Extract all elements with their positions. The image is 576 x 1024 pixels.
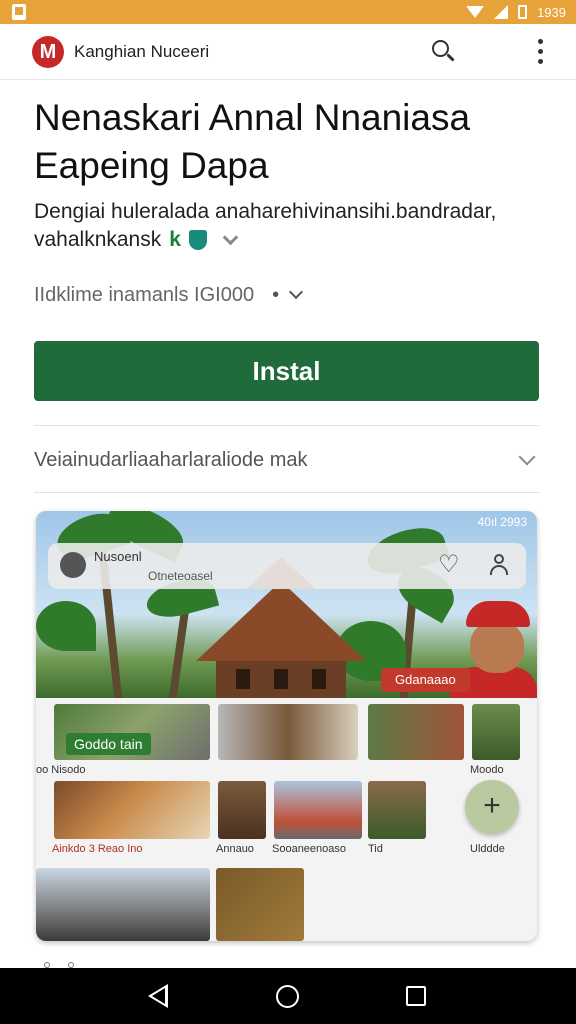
gallery-tile[interactable] — [36, 868, 210, 941]
install-button[interactable]: Instal — [34, 341, 539, 401]
gallery-label: Sooaneenoaso — [272, 843, 347, 855]
preview-search-subtitle: Otneteoasel — [148, 569, 213, 583]
house-roof — [196, 581, 366, 661]
palm-frond — [36, 601, 96, 651]
app-name: Kanghian Nuceeri — [74, 42, 210, 61]
house-window — [274, 669, 288, 689]
expand-details-row[interactable]: Veiainudarliaaharlaraliode mak — [34, 440, 539, 480]
gallery-tile[interactable] — [368, 704, 464, 760]
gallery-label: Annauo — [216, 843, 254, 855]
house-window — [236, 669, 250, 689]
shield-icon — [188, 230, 207, 250]
gallery-tile[interactable] — [274, 781, 362, 839]
subtitle-line-2: vahalknkansk k — [34, 226, 239, 254]
gallery-tile[interactable] — [216, 868, 304, 941]
system-nav-bar — [0, 968, 576, 1024]
status-time: 1939 — [537, 4, 566, 20]
chevron-down-icon — [518, 448, 536, 466]
user-icon[interactable] — [488, 554, 510, 576]
more-vert-icon-dot — [538, 59, 543, 64]
divider — [34, 492, 539, 493]
app-bar: M Kanghian Nuceeri — [0, 24, 576, 80]
gallery-tile[interactable] — [368, 781, 426, 839]
meta-separator: • — [272, 283, 280, 306]
screenshot-preview[interactable]: Gdanaaao 40ıl 2993 Nusoenl Otneteoasel ♡… — [36, 511, 537, 941]
add-fab-button[interactable]: + — [465, 780, 519, 834]
person-face — [470, 621, 524, 673]
next-section-peek — [44, 960, 84, 968]
app-title: Nenaskari Annal Nnaniasa Eapeing Dapa — [34, 97, 471, 186]
app-subtitle: Dengiai huleralada anaharehivinansihi.ba… — [34, 198, 554, 254]
signal-icon — [494, 5, 509, 19]
app-logo[interactable]: M — [32, 36, 64, 68]
user-icon-head — [494, 554, 504, 564]
back-icon[interactable] — [148, 984, 168, 1008]
gallery-label: Ainkdo 3 Reao Ino — [52, 843, 143, 855]
wifi-icon — [466, 6, 485, 18]
gallery-tile[interactable] — [472, 704, 520, 760]
gallery-chip[interactable]: Goddo tain — [66, 733, 151, 755]
more-vert-icon — [538, 39, 543, 44]
search-icon-handle — [446, 53, 455, 62]
app-meta-row[interactable]: IIdklime inamanls IGI000 • — [34, 280, 554, 310]
preview-hero-image: Gdanaaao 40ıl 2993 Nusoenl Otneteoasel ♡ — [36, 511, 537, 698]
expand-details-label: Veiainudarliaaharlaraliode mak — [34, 448, 308, 471]
divider — [34, 425, 539, 426]
developer-name[interactable]: vahalknkansk — [34, 226, 161, 254]
preview-search-bar[interactable]: Nusoenl Otneteoasel ♡ — [48, 543, 526, 589]
person-cap — [466, 601, 530, 627]
status-bar: 1939 — [0, 0, 576, 24]
gallery-tile[interactable] — [218, 781, 266, 839]
more-vert-icon-dot — [538, 49, 543, 54]
user-icon-body — [490, 565, 508, 575]
search-button[interactable] — [428, 38, 456, 66]
notification-icon — [12, 4, 26, 20]
developer-badge: k — [169, 228, 181, 251]
chevron-down-icon[interactable] — [222, 229, 239, 245]
more-options-button[interactable] — [526, 38, 554, 66]
preview-status-bar: 40ıl 2993 — [477, 515, 527, 529]
gallery-tile[interactable] — [218, 704, 358, 760]
gallery-label: Moodo — [470, 764, 504, 776]
preview-search-title: Nusoenl — [94, 549, 142, 564]
chevron-down-icon — [289, 284, 304, 300]
app-meta-text: IIdklime inamanls IGI000 — [34, 283, 255, 306]
location-icon — [60, 552, 86, 578]
heart-icon[interactable]: ♡ — [438, 553, 462, 577]
home-icon[interactable] — [276, 985, 299, 1008]
subtitle-line-1: Dengiai huleralada anaharehivinansihi.ba… — [34, 200, 497, 223]
recents-icon[interactable] — [406, 986, 426, 1006]
hero-chip[interactable]: Gdanaaao — [381, 668, 470, 692]
house-window — [312, 669, 326, 689]
gallery-label: Ulddde — [470, 843, 505, 855]
gallery-label: Tid — [368, 843, 383, 855]
status-icons: 1939 — [466, 3, 566, 21]
battery-icon — [518, 5, 528, 19]
gallery-label: oo Nisodo — [36, 764, 86, 776]
gallery-tile[interactable] — [54, 781, 210, 839]
